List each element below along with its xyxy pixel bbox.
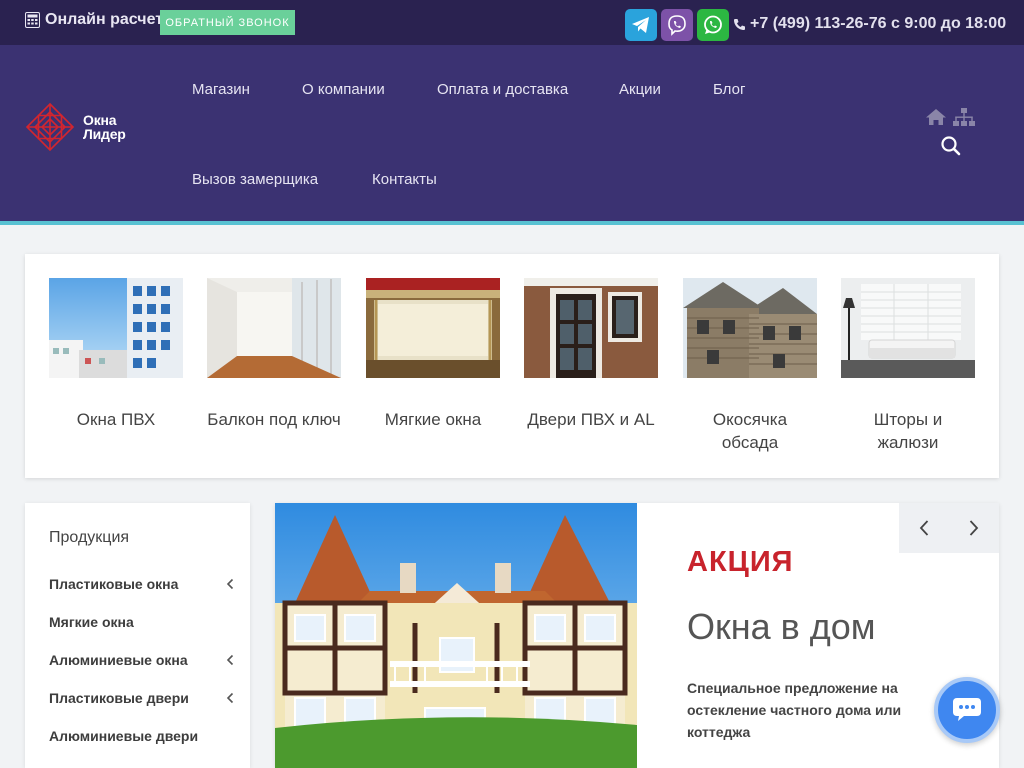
slider-arrows (899, 503, 999, 553)
site-logo[interactable]: Окна Лидер (25, 102, 126, 152)
category-pvc-windows[interactable]: Окна ПВХ (49, 278, 183, 431)
category-curtains[interactable]: Шторы и жалюзи (841, 278, 975, 454)
slider-next-button[interactable] (949, 503, 999, 553)
category-image (366, 278, 500, 378)
category-label: Балкон под ключ (207, 410, 341, 429)
sidebar-item-aluminium-windows[interactable]: Алюминиевые окна (49, 652, 234, 668)
sidebar-item-soft-windows[interactable]: Мягкие окна (49, 614, 234, 630)
callback-label: ОБРАТНЫЙ ЗВОНОК (165, 16, 290, 29)
category-label: Шторы и жалюзи (873, 410, 943, 452)
whatsapp-icon (704, 15, 722, 34)
category-okosyachka[interactable]: Окосячка обсада (683, 278, 817, 454)
chat-bubble-icon (953, 698, 981, 721)
nav-promotions[interactable]: Акции (619, 81, 661, 98)
callback-button[interactable]: ОБРАТНЫЙ ЗВОНОК (160, 10, 295, 35)
viber-button[interactable] (661, 9, 693, 41)
home-icon[interactable] (925, 108, 947, 126)
logo-line1: Окна (83, 112, 117, 128)
sidebar-item-label: Алюминиевые окна (49, 652, 188, 668)
chevron-right-icon (969, 520, 979, 536)
promo-image (275, 503, 637, 768)
category-image (841, 278, 975, 378)
sidebar-item-label: Пластиковые двери (49, 690, 189, 706)
chevron-left-icon[interactable] (226, 654, 234, 666)
whatsapp-button[interactable] (697, 9, 729, 41)
promo-tag: АКЦИЯ (687, 546, 794, 578)
header-icons (925, 108, 975, 126)
telegram-icon (632, 17, 649, 33)
nav-measurer[interactable]: Вызов замерщика (192, 171, 318, 188)
phone-link[interactable]: +7 (499) 113-26-76 с 9:00 до 18:00 (733, 15, 1006, 33)
chevron-left-icon[interactable] (226, 692, 234, 704)
search-icon (941, 136, 961, 156)
logo-emblem-icon (25, 102, 75, 152)
top-bar: Онлайн расчет ОБРАТНЫЙ ЗВОНОК +7 (499) 1… (0, 0, 1024, 45)
category-doors[interactable]: Двери ПВХ и AL (524, 278, 658, 431)
site-header: Окна Лидер Магазин О компании Оплата и д… (0, 45, 1024, 225)
category-image (524, 278, 658, 378)
promo-slider: АКЦИЯ Окна в дом Специальное предложение… (275, 503, 999, 768)
promo-description: Специальное предложение на остекление ча… (687, 680, 902, 740)
phone-number: +7 (499) 113-26-76 с 9:00 до 18:00 (750, 15, 1007, 32)
online-calc-label: Онлайн расчет (45, 11, 164, 28)
category-soft-windows[interactable]: Мягкие окна (366, 278, 500, 431)
viber-icon (668, 15, 686, 36)
sitemap-icon[interactable] (953, 108, 975, 126)
slider-prev-button[interactable] (899, 503, 949, 553)
phone-icon (734, 18, 745, 30)
online-calc-link[interactable]: Онлайн расчет (25, 11, 163, 29)
category-panel: Окна ПВХ Балкон под ключ Мягкие окна Две… (25, 254, 999, 478)
category-image (683, 278, 817, 378)
logo-line2: Лидер (83, 126, 126, 142)
sidebar-item-label: Пластиковые окна (49, 576, 179, 592)
promo-title: Окна в дом (687, 606, 876, 647)
category-label: Двери ПВХ и AL (527, 410, 655, 429)
category-label: Мягкие окна (384, 410, 482, 429)
sidebar-item-label: Алюминиевые двери (49, 728, 199, 744)
sidebar-item-label: Мягкие окна (49, 614, 134, 630)
search-button[interactable] (940, 135, 962, 162)
chat-widget-button[interactable] (934, 677, 1000, 743)
telegram-button[interactable] (625, 9, 657, 41)
product-sidebar: Продукция Пластиковые окна Мягкие окна А… (25, 503, 250, 768)
nav-about[interactable]: О компании (302, 81, 385, 98)
sidebar-title: Продукция (49, 529, 130, 546)
chevron-left-icon[interactable] (226, 578, 234, 590)
category-balcony[interactable]: Балкон под ключ (207, 278, 341, 431)
nav-contacts[interactable]: Контакты (372, 171, 437, 188)
sidebar-item-plastic-doors[interactable]: Пластиковые двери (49, 690, 234, 706)
sidebar-item-aluminium-doors[interactable]: Алюминиевые двери (49, 728, 234, 744)
nav-shop[interactable]: Магазин (192, 81, 250, 98)
category-label: Окна ПВХ (76, 410, 156, 429)
nav-blog[interactable]: Блог (713, 81, 745, 98)
chevron-left-icon (919, 520, 929, 536)
category-image (49, 278, 183, 378)
messenger-links (625, 9, 729, 41)
nav-payment-delivery[interactable]: Оплата и доставка (437, 81, 568, 98)
category-label: Окосячка обсада (712, 410, 788, 452)
calculator-icon (25, 12, 40, 28)
category-image (207, 278, 341, 378)
sidebar-item-plastic-windows[interactable]: Пластиковые окна (49, 576, 234, 592)
